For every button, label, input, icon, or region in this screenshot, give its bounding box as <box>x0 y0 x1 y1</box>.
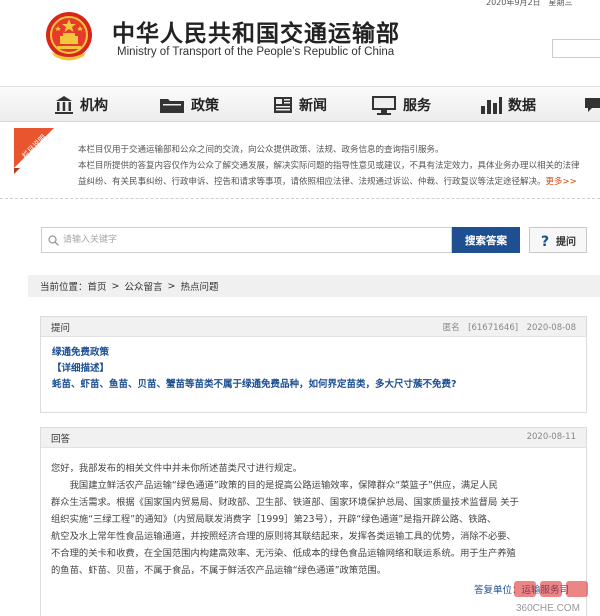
answer-line: 组织实施“三绿工程”的通知》（内贸局联发消费字［1999］第23号），开辟“绿色… <box>51 514 497 525</box>
question-header: 提问 匿名 [61671646] 2020-08-08 <box>41 317 586 337</box>
question-meta: 匿名 [61671646] 2020-08-08 <box>442 323 576 333</box>
answer-line: 的鱼苗、虾苗、贝苗，不属于食品，不属于鲜活农产品运输“绿色通道”政策范围。 <box>51 565 387 576</box>
nav-label: 机构 <box>80 98 108 114</box>
watermark-text: 360CHE.COM <box>516 603 580 614</box>
breadcrumb: 当前位置： 首页 > 公众留言 > 热点问题 <box>28 275 600 297</box>
question-panel: 提问 匿名 [61671646] 2020-08-08 绿通免费政策 【详细描述… <box>40 316 587 413</box>
nav-label: 服务 <box>403 98 431 114</box>
site-search-input[interactable] <box>552 39 600 58</box>
breadcrumb-prefix: 当前位置： <box>40 282 88 293</box>
chat-icon <box>585 98 600 112</box>
national-emblem-icon[interactable] <box>44 10 94 62</box>
main-nav: 机构 政策 新闻 服务 数据 <box>0 86 600 122</box>
answer-date: 2020-08-11 <box>526 432 576 442</box>
breadcrumb-home[interactable]: 首页 <box>88 279 107 293</box>
bar-chart-icon <box>481 97 502 114</box>
breadcrumb-public-messages[interactable]: 公众留言 <box>125 279 163 293</box>
site-header: 中华人民共和国交通运输部 Ministry of Transport of th… <box>0 0 600 86</box>
question-header-label: 提问 <box>51 322 71 334</box>
building-icon <box>55 96 73 114</box>
answer-line: 航空及水上常年性食品运输通道，并按照经济合理的原则将其联结起来，发挥各类运输工具… <box>51 531 516 542</box>
nav-label: 政策 <box>191 98 219 114</box>
nav-label: 数据 <box>508 98 536 114</box>
search-icon <box>48 234 59 246</box>
answer-header-label: 回答 <box>51 433 71 445</box>
nav-item-data[interactable]: 数据 <box>480 87 536 123</box>
folder-icon <box>160 99 184 113</box>
nav-item-institutions[interactable]: 机构 <box>54 87 108 123</box>
site-title-en: Ministry of Transport of the People’s Re… <box>117 46 395 58</box>
breadcrumb-separator: > <box>111 280 120 292</box>
breadcrumb-hot-issues[interactable]: 热点问题 <box>180 279 218 293</box>
ask-button-label: 提问 <box>556 236 576 248</box>
answer-body: 您好，我部发布的相关文件中并未你所述苗类尺寸进行规定。 我国建立鲜活农产品运输“… <box>41 448 586 579</box>
nav-item-news[interactable]: 新闻 <box>273 87 327 123</box>
column-notice: 栏目说明 本栏目仅用于交通运输部和公众之间的交流，向公众提供政策、法规、政务信息… <box>14 128 600 198</box>
nav-item-policy[interactable]: 政策 <box>159 87 219 123</box>
more-link[interactable]: 更多>> <box>546 177 577 187</box>
answer-search-input[interactable] <box>63 229 451 251</box>
monitor-icon <box>372 96 396 115</box>
current-date: 2020年9月2日 星期三 <box>486 0 573 7</box>
divider <box>0 198 600 199</box>
breadcrumb-separator: > <box>167 280 176 292</box>
nav-item-services[interactable]: 服务 <box>371 87 431 123</box>
nav-label: 新闻 <box>299 98 327 114</box>
ask-question-button[interactable]: ? 提问 <box>529 227 587 253</box>
newspaper-icon <box>274 97 292 113</box>
nav-item-more[interactable] <box>584 87 600 123</box>
svg-text:?: ? <box>541 234 549 248</box>
site-title-cn: 中华人民共和国交通运输部 <box>112 21 400 47</box>
answer-line: 不合理的关卡和收费，在全国范围内构建高效率、无污染、低成本的绿色食品运输网络和联… <box>51 548 516 559</box>
notice-line: 本栏目仅用于交通运输部和公众之间的交流，向公众提供政策、法规、政务信息的查询指引… <box>78 145 444 155</box>
question-title: 绿通免费政策 <box>52 347 110 358</box>
answer-panel: 回答 2020-08-11 您好，我部发布的相关文件中并未你所述苗类尺寸进行规定… <box>40 427 587 616</box>
watermark-logo: 360CHE.COM <box>514 581 588 614</box>
answer-line: 群众生活需求。根据《国家国内贸易局、财政部、卫生部、铁道部、国家环境保护总局、国… <box>51 497 519 508</box>
answer-header: 回答 2020-08-11 <box>41 428 586 448</box>
search-answer-button[interactable]: 搜索答案 <box>452 227 520 253</box>
question-text: 蚝苗、虾苗、鱼苗、贝苗、蟹苗等苗类不属于绿通免费品种，如何界定苗类，多大尺寸蔟不… <box>52 379 457 390</box>
notice-line: 益纠纷、有关民事纠纷、行政申诉、控告和请求等事项，请依照相应法律、法规通过诉讼、… <box>78 177 577 187</box>
answer-line: 您好，我部发布的相关文件中并未你所述苗类尺寸进行规定。 <box>51 463 303 474</box>
notice-text: 本栏目仅用于交通运输部和公众之间的交流，向公众提供政策、法规、政务信息的查询指引… <box>78 142 600 190</box>
answer-line: 我国建立鲜活农产品运输“绿色通道”政策的目的是提高公路运输效率，保障群众“菜篮子… <box>51 480 498 491</box>
question-mark-icon: ? <box>541 234 549 248</box>
question-detail-label: 【详细描述】 <box>52 363 110 374</box>
notice-line: 本栏目所提供的答复内容仅作为公众了解交通发展，解决实际问题的指导性意见或建议，不… <box>78 161 580 171</box>
answer-search-box <box>41 227 452 253</box>
